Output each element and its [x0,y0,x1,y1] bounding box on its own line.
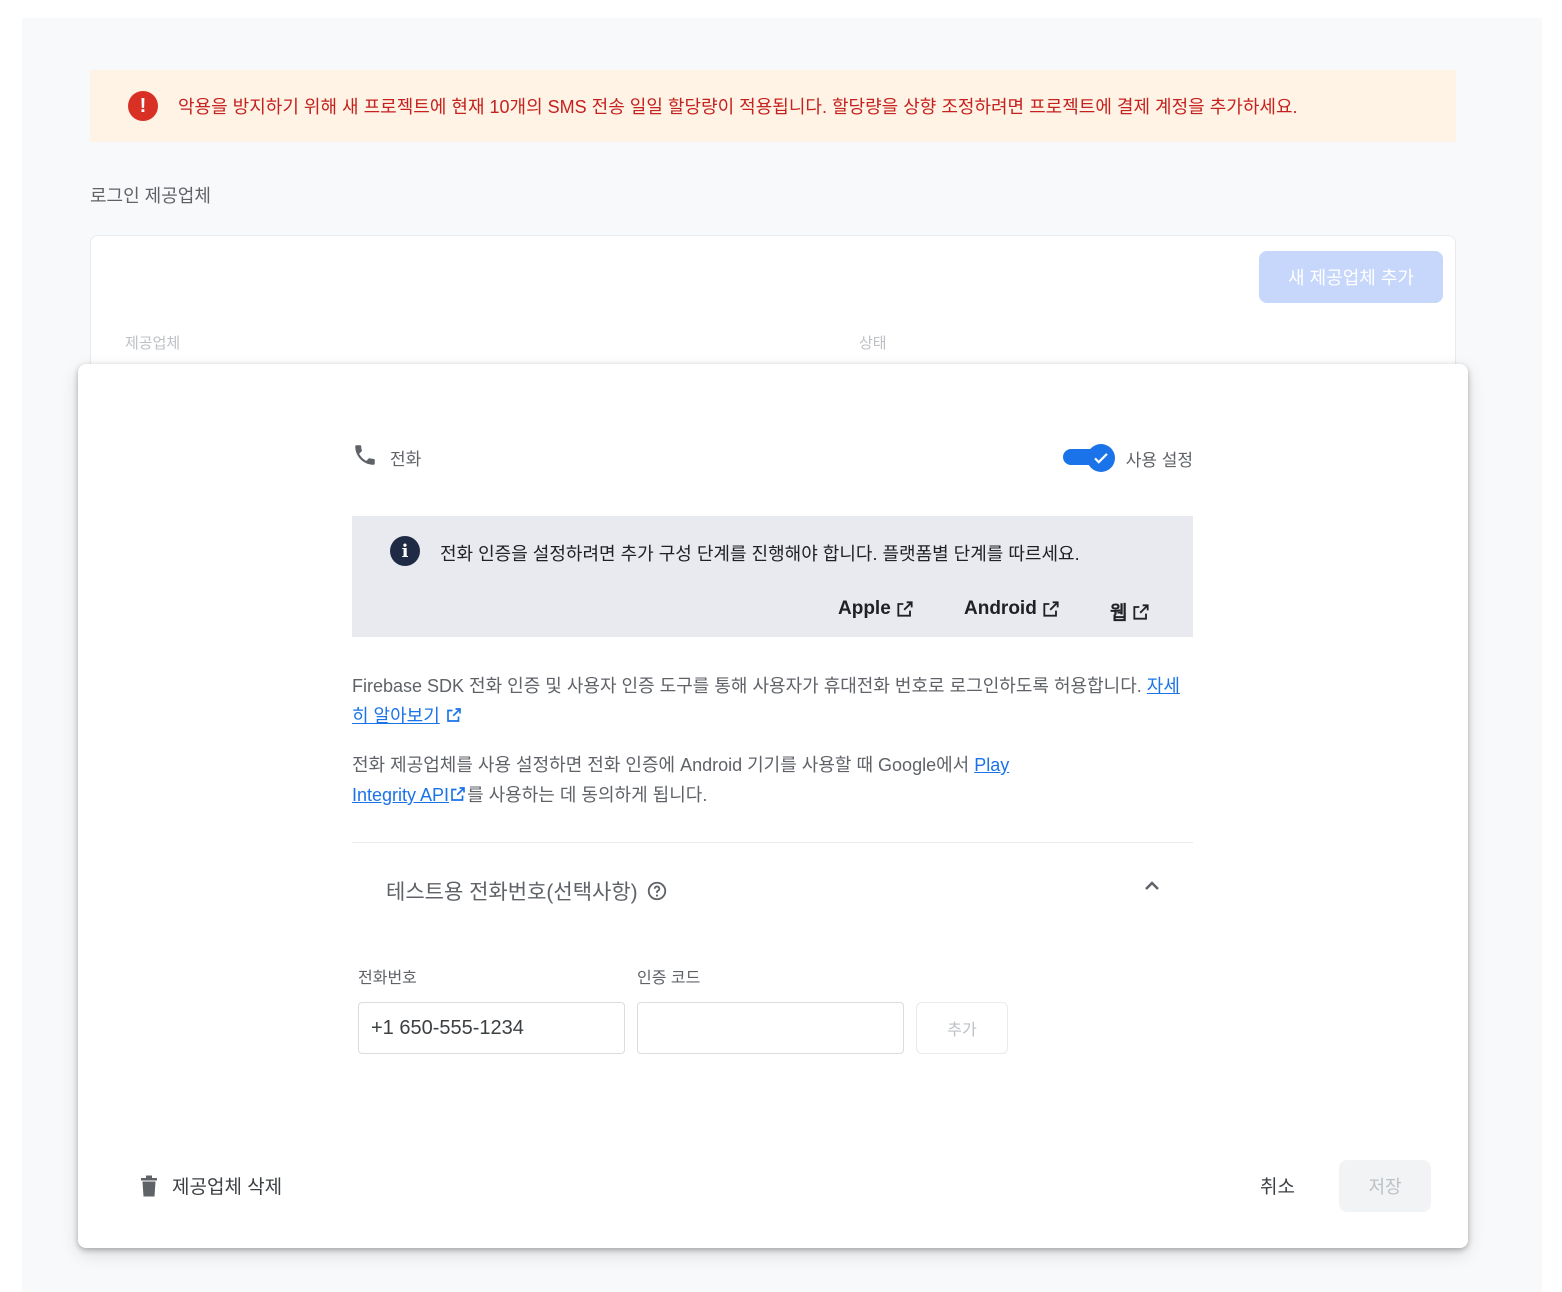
add-test-number-button[interactable]: 추가 [916,1002,1008,1054]
description-text: Firebase SDK 전화 인증 및 사용자 인증 도구를 통해 사용자가 … [352,676,1142,696]
section-divider [352,842,1193,843]
external-link-icon [451,787,465,801]
test-numbers-header[interactable]: 테스트용 전화번호(선택사항) [386,876,668,906]
verification-code-input[interactable] [637,1002,904,1054]
cancel-button[interactable]: 취소 [1260,1172,1295,1199]
phone-provider-dialog: 전화 사용 설정 i 전화 인증을 설정하려면 추가 구성 단계를 진행해야 합… [78,364,1468,1248]
web-link-label: 웹 [1110,603,1128,624]
quota-warning-banner: ! 악용을 방지하기 위해 새 프로젝트에 현재 10개의 SMS 전송 일일 … [90,70,1456,142]
phone-icon [352,442,378,473]
phone-number-label: 전화번호 [358,970,417,987]
banner-text: 악용을 방지하기 위해 새 프로젝트에 현재 10개의 SMS 전송 일일 할당… [178,97,1298,117]
trash-icon [141,1175,157,1196]
check-icon [1094,453,1108,464]
phone-auth-description: Firebase SDK 전화 인증 및 사용자 인증 도구를 통해 사용자가 … [352,671,1182,731]
phone-number-input[interactable]: +1 650-555-1234 [358,1002,625,1054]
notice-text-before: 전화 제공업체를 사용 설정하면 전화 인증에 Android 기기를 사용할 … [352,755,970,775]
providers-card: 새 제공업체 추가 제공업체 상태 [90,235,1456,375]
delete-provider-button[interactable]: 제공업체 삭제 [140,1172,282,1199]
info-text: 전화 인증을 설정하려면 추가 구성 단계를 진행해야 합니다. 플랫폼별 단계… [440,544,1080,564]
chevron-up-icon[interactable] [1140,874,1164,898]
verification-code-label: 인증 코드 [637,970,701,987]
apple-setup-link[interactable]: Apple [838,598,915,620]
setup-info-box: i 전화 인증을 설정하려면 추가 구성 단계를 진행해야 합니다. 플랫폼별 … [352,516,1193,637]
enable-toggle-label: 사용 설정 [1125,451,1193,470]
external-link-icon [447,708,461,722]
section-title: 로그인 제공업체 [90,186,211,206]
apple-link-label: Apple [838,598,891,619]
android-setup-link[interactable]: Android [964,598,1061,620]
external-link-icon [1043,601,1059,617]
column-header-provider: 제공업체 [125,335,181,352]
enable-toggle[interactable] [1063,444,1115,472]
web-setup-link[interactable]: 웹 [1110,598,1151,625]
provider-header: 전화 사용 설정 [352,442,1193,472]
help-icon[interactable] [646,880,668,902]
info-icon: i [390,536,420,566]
delete-provider-label: 제공업체 삭제 [172,1177,283,1198]
external-link-icon [1133,603,1150,620]
android-link-label: Android [964,598,1037,619]
notice-text-after: 를 사용하는 데 동의하게 됩니다. [467,785,708,805]
test-numbers-title: 테스트용 전화번호(선택사항) [386,881,638,904]
toggle-knob [1087,444,1115,472]
column-header-status: 상태 [859,335,887,352]
play-integrity-notice: 전화 제공업체를 사용 설정하면 전화 인증에 Android 기기를 사용할 … [352,750,1052,810]
add-provider-button[interactable]: 새 제공업체 추가 [1259,251,1443,303]
save-button[interactable]: 저장 [1339,1160,1431,1212]
provider-name: 전화 [390,449,422,469]
error-icon: ! [128,91,158,121]
external-link-icon [897,601,913,617]
